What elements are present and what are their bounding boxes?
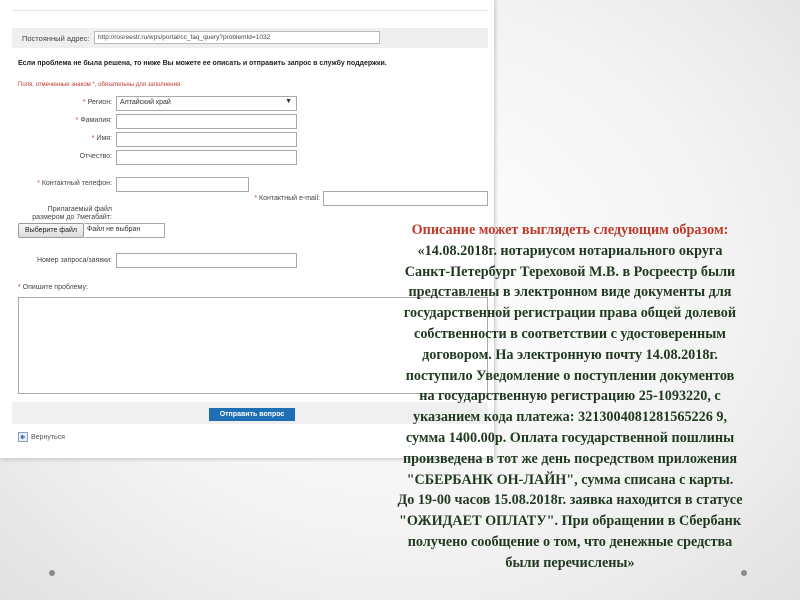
description-line: До 19-00 часов 15.08.2018г. заявка наход… [397, 492, 743, 509]
description-line: были перечислены» [505, 554, 635, 571]
description-line: "ОЖИДАЕТ ОПЛАТУ". При обращении в Сберба… [398, 513, 741, 530]
decorative-dot-left [49, 570, 55, 576]
description-line: представлены в электронном виде документ… [408, 284, 732, 301]
permalink-input[interactable]: http://rosreestr.ru/wps/portal/cc_faq_qu… [94, 31, 380, 44]
help-text: Если проблема не была решена, то ниже Вы… [18, 60, 387, 67]
decorative-dot-right [741, 570, 747, 576]
description-line: «14.08.2018г. нотариусом нотариального о… [417, 242, 723, 259]
dropdown-arrow-icon: ▼ [285, 98, 292, 105]
description-line: на государственную регистрацию 25-109322… [419, 388, 721, 405]
problem-label: * Опишите проблему: [18, 284, 88, 291]
phone-label: * Контактный телефон: [37, 180, 112, 187]
required-note: Поля, отмеченные знаком *, обязательны д… [18, 82, 181, 88]
file-label-line1: Прилагаемый файл [47, 206, 112, 213]
description-title: Описание может выглядеть следующим образ… [411, 222, 729, 238]
choose-file-button[interactable]: Выберите файл [18, 223, 84, 238]
request-number-label: Номер запроса/заявки: [36, 257, 112, 264]
patronymic-label: Отчество: [79, 153, 112, 160]
back-link-label: Вернуться [31, 433, 65, 441]
request-number-input[interactable] [116, 253, 297, 268]
submit-button[interactable]: Отправить вопрос [209, 408, 295, 421]
description-line: собственности в соответствии с удостовер… [414, 325, 726, 342]
top-divider [12, 0, 488, 11]
description-line: поступило Уведомление о поступлении доку… [405, 367, 735, 384]
surname-input[interactable] [116, 114, 297, 129]
permalink-label: Постоянный адрес: [22, 34, 90, 43]
description-text: Описание может выглядеть следующим образ… [346, 220, 794, 574]
region-select[interactable]: Алтайский край ▼ [116, 96, 297, 111]
surname-label: * Фамилия: [75, 117, 112, 124]
patronymic-input[interactable] [116, 150, 297, 165]
back-link[interactable]: Вернуться [18, 432, 65, 442]
email-label: * Контактный e-mail: [254, 195, 320, 202]
region-value: Алтайский край [120, 99, 171, 106]
description-line: сумма 1400.00р. Оплата государственной п… [405, 429, 735, 446]
description-line: договором. На электронную почту 14.08.20… [422, 346, 718, 363]
phone-input[interactable] [116, 177, 249, 192]
region-label: * Регион: [82, 99, 112, 106]
name-label: * Имя: [91, 135, 112, 142]
description-line: произведена в тот же день посредством пр… [402, 450, 738, 467]
name-input[interactable] [116, 132, 297, 147]
email-input[interactable] [323, 191, 488, 206]
description-line: государственной регистрации права общей … [403, 305, 737, 322]
permalink-bar: Постоянный адрес: http://rosreestr.ru/wp… [12, 28, 488, 48]
description-line: "СБЕРБАНК ОН-ЛАЙН", сумма списана с карт… [406, 471, 734, 488]
description-line: Санкт-Петербург Тереховой М.В. в Росреес… [404, 263, 736, 280]
description-line: получено сообщение о том, что денежные с… [407, 533, 733, 550]
file-status: Файл не выбран [84, 223, 165, 238]
description-line: указанием кода платежа: 3213004081281565… [412, 409, 728, 426]
file-label-line2: размером до 7мегабайт: [32, 214, 112, 221]
back-arrow-icon [18, 432, 28, 442]
